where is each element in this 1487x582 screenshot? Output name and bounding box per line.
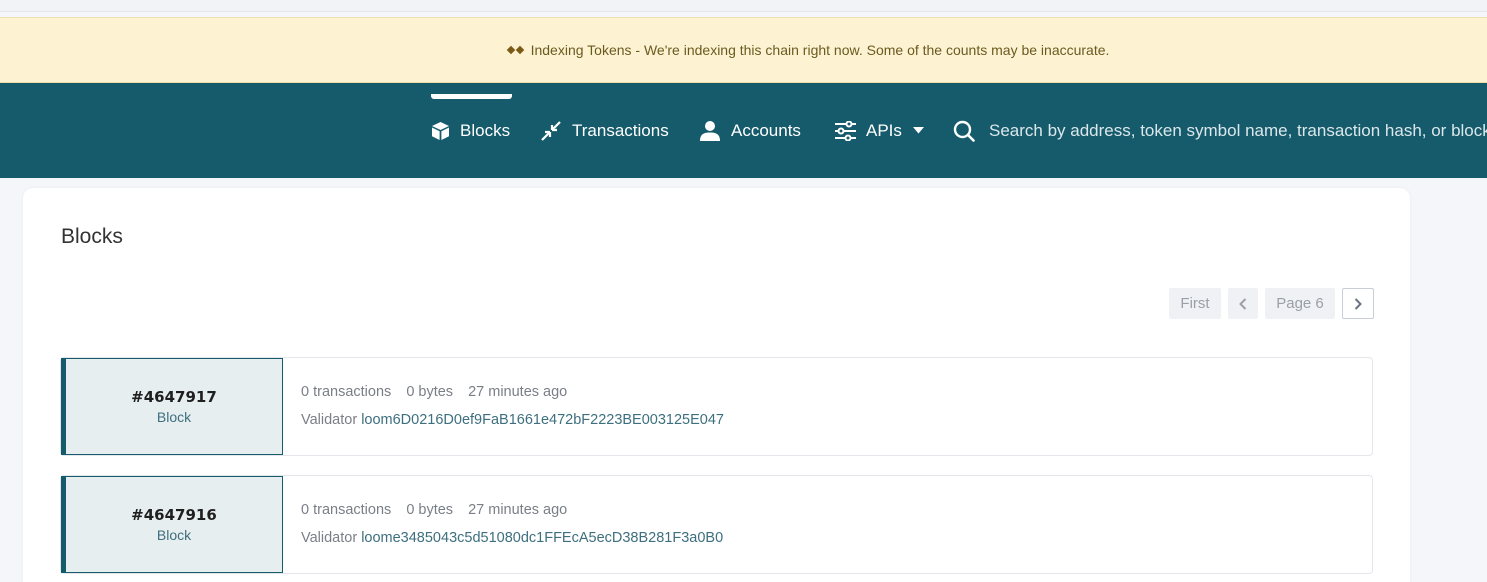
nav-apis-dropdown[interactable]: APIs (835, 83, 924, 178)
indexing-banner: Indexing Tokens - We're indexing this ch… (0, 17, 1487, 83)
block-transactions-count: 0 transactions (301, 502, 392, 518)
block-tile: #4647916 Block 0 transactions 0 bytes 27… (60, 475, 1373, 574)
nav-blocks[interactable]: Blocks (431, 83, 513, 178)
nav-blocks-label: Blocks (460, 120, 511, 140)
block-size: 0 bytes (406, 384, 454, 400)
page-title: Blocks (61, 225, 123, 248)
blocks-card: Blocks First Page 6 #4647917 Block 0 tra… (23, 188, 1410, 582)
block-tile-header: #4647916 Block (61, 476, 283, 573)
validator-address-link[interactable]: loome3485043c5d51080dc1FFEcA5ecD38B281F3… (361, 530, 723, 546)
block-number-link[interactable]: #4647917 (131, 388, 217, 406)
block-meta: 0 transactions 0 bytes 27 minutes ago (301, 502, 578, 518)
current-page-indicator: Page 6 (1265, 288, 1335, 319)
browser-top-strip (0, 0, 1487, 12)
validator-label: Validator (301, 412, 358, 428)
block-validator-row: Validator loome3485043c5d51080dc1FFEcA5e… (301, 530, 723, 546)
block-size: 0 bytes (406, 502, 454, 518)
main-navbar: Blocks Transactions Accounts APIs (0, 83, 1487, 178)
cube-icon (431, 121, 450, 141)
search-icon[interactable] (953, 120, 975, 142)
block-type-label: Block (156, 527, 192, 543)
block-validator-row: Validator loom6D0216D0ef9FaB1661e472bF22… (301, 412, 724, 428)
block-tile: #4647917 Block 0 transactions 0 bytes 27… (60, 357, 1373, 456)
user-icon (699, 120, 721, 142)
nav-apis-label: APIs (866, 120, 902, 140)
block-number-link[interactable]: #4647916 (131, 506, 217, 524)
next-page-button[interactable] (1342, 288, 1374, 319)
chevron-left-icon (1239, 297, 1247, 310)
block-age: 27 minutes ago (468, 384, 568, 400)
sliders-icon (835, 120, 856, 141)
diamond-dots-icon (506, 45, 524, 55)
first-page-button[interactable]: First (1169, 288, 1221, 319)
transfer-arrows-icon (540, 120, 562, 142)
search-input[interactable] (989, 120, 1487, 141)
search-bar (953, 83, 1487, 178)
indexing-banner-text: Indexing Tokens - We're indexing this ch… (530, 42, 1110, 58)
validator-address-link[interactable]: loom6D0216D0ef9FaB1661e472bF2223BE003125… (361, 412, 724, 428)
block-meta: 0 transactions 0 bytes 27 minutes ago (301, 384, 578, 400)
chevron-down-icon (912, 127, 924, 134)
nav-accounts[interactable]: Accounts (699, 83, 801, 178)
validator-label: Validator (301, 530, 358, 546)
nav-transactions-label: Transactions (572, 120, 669, 140)
chevron-right-icon (1354, 297, 1362, 310)
block-age: 27 minutes ago (468, 502, 568, 518)
block-tile-header: #4647917 Block (61, 358, 283, 455)
block-transactions-count: 0 transactions (301, 384, 392, 400)
nav-accounts-label: Accounts (731, 120, 801, 140)
block-type-label: Block (156, 409, 192, 425)
pagination: First Page 6 (1169, 288, 1374, 319)
previous-page-button[interactable] (1228, 288, 1258, 319)
nav-transactions[interactable]: Transactions (540, 83, 669, 178)
